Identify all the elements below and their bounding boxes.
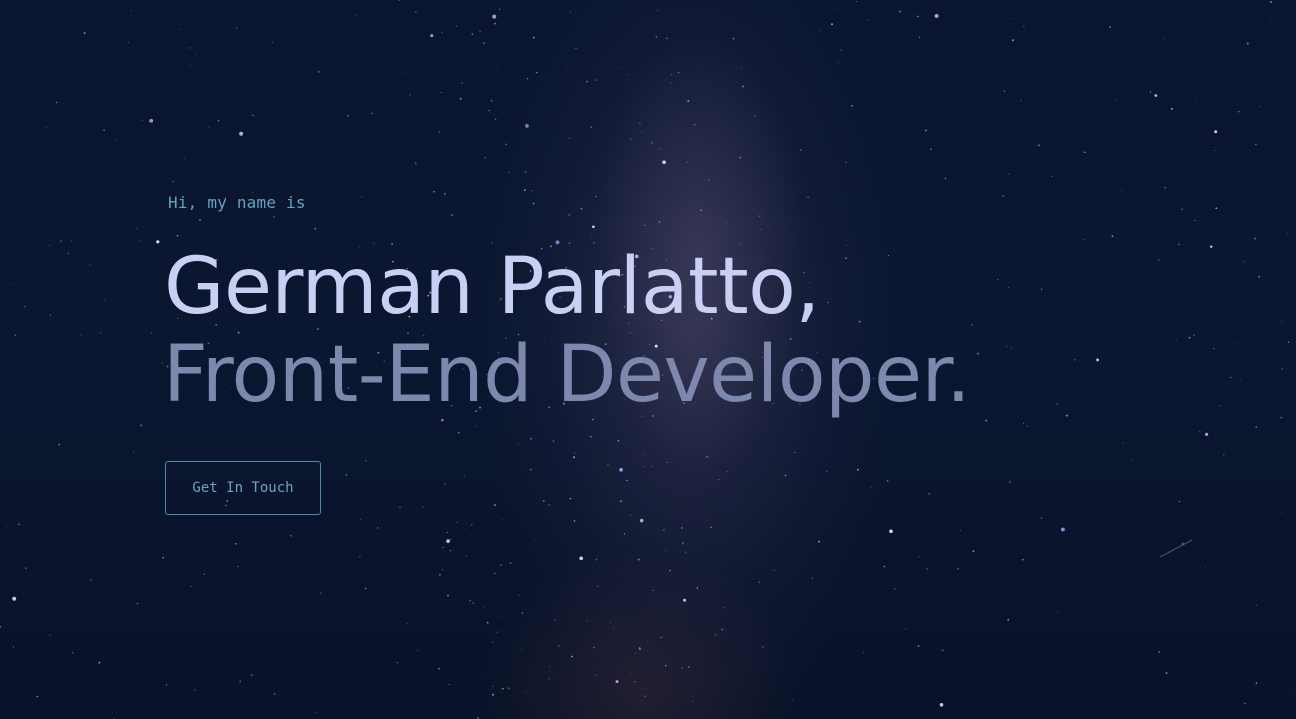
- intro-text: Hi, my name is: [168, 193, 306, 212]
- developer-name: German Parlatto,: [164, 242, 820, 332]
- get-in-touch-button[interactable]: Get In Touch: [165, 461, 321, 515]
- hero-section: Hi, my name is German Parlatto, Front-En…: [0, 0, 1296, 719]
- developer-role: Front-End Developer.: [163, 330, 971, 420]
